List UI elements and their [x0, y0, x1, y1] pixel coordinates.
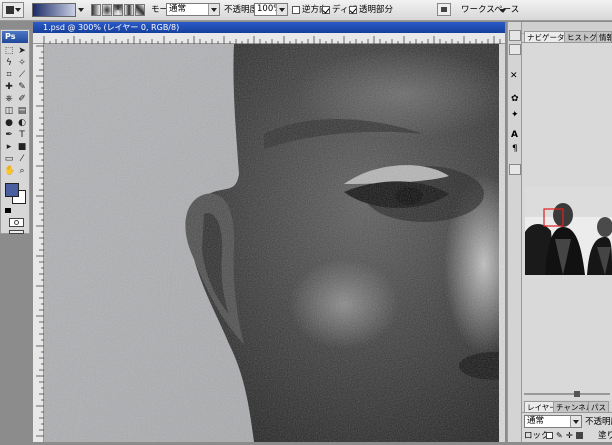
eraser-tool-icon[interactable]: ◫	[4, 106, 14, 116]
actions-panel-button[interactable]	[509, 44, 521, 55]
transparency-checkbox[interactable]	[349, 6, 357, 14]
chevron-down-icon	[15, 8, 21, 12]
angle-gradient-button[interactable]	[113, 4, 123, 16]
gradient-picker-arrow[interactable]	[77, 3, 85, 17]
diamond-gradient-button[interactable]	[135, 4, 145, 16]
workspace-menu[interactable]: ワークスペース	[461, 4, 519, 16]
opacity-input[interactable]: 100%	[254, 3, 288, 16]
lock-pixels-icon[interactable]: ✎	[556, 432, 563, 440]
stamp-tool-icon[interactable]: ⎈	[4, 94, 14, 104]
lasso-tool-icon[interactable]: ϟ	[4, 58, 14, 68]
document-title: 1.psd @ 300% (レイヤー 0, RGB/8)	[43, 23, 180, 32]
history-brush-tool-icon[interactable]: ✐	[17, 94, 27, 104]
lock-all-icon[interactable]	[576, 432, 583, 439]
mode-select-value: 通常	[169, 4, 187, 14]
monitor-icon	[441, 7, 447, 12]
chevron-down-icon	[276, 4, 287, 15]
layer-opacity-label: 不透明度	[585, 417, 612, 427]
lock-transparent-icon[interactable]	[546, 432, 553, 439]
foreground-color-swatch[interactable]	[5, 183, 19, 197]
layer-comps-button[interactable]	[509, 164, 521, 175]
blend-mode-value: 通常	[527, 416, 545, 426]
tab-paths-label: パス	[591, 403, 606, 412]
paragraph-icon: ¶	[512, 144, 518, 154]
chevron-down-icon	[570, 416, 581, 427]
screen-mode-button[interactable]	[9, 230, 24, 234]
character-button[interactable]: A	[509, 130, 521, 141]
dodge-tool-icon[interactable]: ◐	[17, 118, 27, 128]
gradient-tool-icon[interactable]: ▤	[17, 106, 27, 116]
tab-paths[interactable]: パス	[588, 401, 609, 412]
brush-icon: ✿	[511, 94, 519, 104]
healing-tool-icon[interactable]: ✚	[4, 82, 14, 92]
tab-navigator-label: ナビゲータ	[527, 33, 565, 42]
zoom-slider[interactable]	[524, 391, 610, 397]
default-colors-icon[interactable]	[5, 208, 11, 213]
navigator-thumbnail[interactable]	[525, 187, 612, 275]
blend-mode-select[interactable]: 通常	[524, 415, 582, 428]
options-bar: モード: 通常 不透明度: 100% 逆方向 ディザ 透明部分 ワークスペース	[0, 0, 612, 21]
chevron-down-icon	[208, 4, 219, 15]
tools-icon: ✕	[510, 71, 518, 81]
character-icon: A	[511, 130, 518, 140]
lock-position-icon[interactable]: ✛	[566, 432, 573, 440]
right-panels: ナビゲータ × ヒストグラム 情報	[522, 22, 612, 442]
ruler-horizontal[interactable]	[33, 33, 505, 44]
gradient-swatch[interactable]	[32, 3, 76, 17]
reflected-gradient-button[interactable]	[124, 4, 134, 16]
move-tool-icon[interactable]: ➤	[17, 46, 27, 56]
zoom-tool-icon[interactable]: ⌕	[17, 166, 27, 176]
photo-face-closeup	[44, 44, 505, 442]
history-panel-button[interactable]	[509, 30, 521, 41]
path-select-tool-icon[interactable]: ▸	[4, 142, 14, 152]
layers-panel: 通常 不透明度 ロック: ✎ ✛ 塗り	[522, 412, 612, 442]
tool-preset-picker[interactable]	[2, 2, 24, 18]
brushes-button[interactable]: ✿	[509, 94, 521, 105]
reverse-checkbox[interactable]	[292, 6, 300, 14]
ruler-vertical[interactable]	[33, 44, 44, 442]
pen-tool-icon[interactable]: ✒	[4, 130, 14, 140]
marquee-tool-icon[interactable]: ⬚	[4, 46, 14, 56]
linear-gradient-button[interactable]	[91, 4, 101, 16]
tab-info[interactable]: 情報	[596, 31, 612, 42]
type-tool-icon[interactable]: T	[17, 130, 27, 140]
radial-gradient-button[interactable]	[102, 4, 112, 16]
chevron-down-icon	[500, 9, 506, 13]
transparency-label: 透明部分	[359, 5, 394, 15]
paragraph-button[interactable]: ¶	[509, 144, 521, 155]
document-title-bar[interactable]: 1.psd @ 300% (レイヤー 0, RGB/8)	[33, 22, 505, 33]
zoom-slider-track	[524, 393, 610, 395]
navigator-panel	[522, 42, 612, 400]
clone-source-button[interactable]: ✦	[509, 110, 521, 121]
palette-well-button[interactable]	[437, 3, 451, 16]
toolbox: Ps ⬚ ➤ ϟ ✧ ⌗ ⟋ ✚ ✎ ⎈ ✐ ◫ ▤ ● ◐ ✒ T ▸ ■ ▭ ⁄ ✋ ⌕	[0, 29, 30, 234]
slice-tool-icon[interactable]: ⟋	[17, 70, 27, 80]
document-canvas[interactable]	[44, 44, 505, 442]
tool-presets-button[interactable]: ✕	[509, 70, 521, 81]
notes-tool-icon[interactable]: ▭	[4, 154, 14, 164]
gradient-tool-icon	[6, 6, 14, 14]
circle-icon	[14, 220, 19, 225]
dither-checkbox[interactable]	[322, 6, 330, 14]
stamp-icon: ✦	[511, 110, 519, 120]
tab-info-label: 情報	[599, 33, 611, 42]
crop-tool-icon[interactable]: ⌗	[4, 70, 14, 80]
mode-select[interactable]: 通常	[166, 3, 220, 16]
magic-wand-tool-icon[interactable]: ✧	[17, 58, 27, 68]
ruler-ticks-horizontal	[43, 36, 501, 44]
brush-tool-icon[interactable]: ✎	[17, 82, 27, 92]
hand-tool-icon[interactable]: ✋	[4, 166, 15, 176]
quick-mask-button[interactable]	[9, 218, 24, 227]
icon-dock: ✕ ✿ ✦ A ¶	[507, 22, 522, 442]
blur-tool-icon[interactable]: ●	[4, 118, 14, 128]
shape-tool-icon[interactable]: ■	[17, 142, 27, 152]
eyedropper-tool-icon[interactable]: ⁄	[17, 154, 27, 164]
navigator-photo-thumbnail	[525, 187, 612, 275]
photoshop-logo: Ps	[2, 31, 28, 43]
zoom-slider-handle[interactable]	[574, 391, 580, 397]
fill-label: 塗り	[598, 431, 612, 441]
ruler-ticks-vertical	[36, 45, 44, 437]
